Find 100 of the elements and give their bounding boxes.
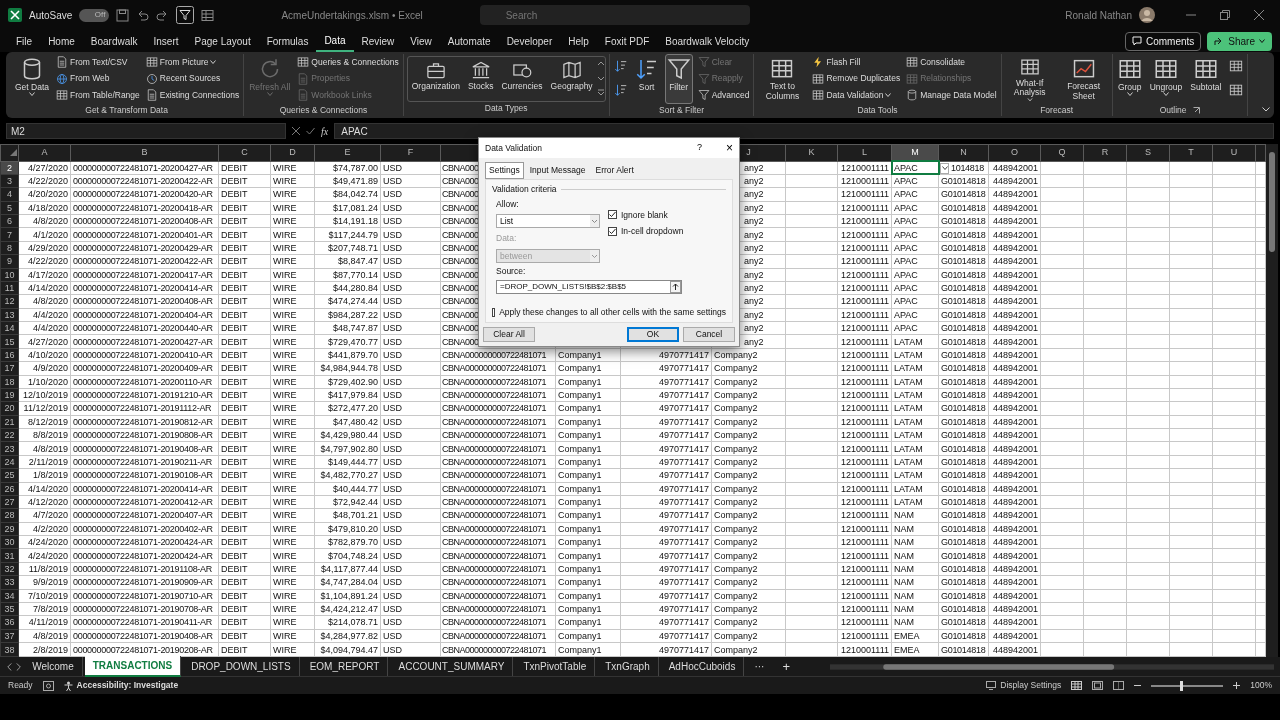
ribbon-button[interactable]: Queries & Connections [296,54,400,71]
column-header[interactable]: A [18,144,71,162]
ribbon-button[interactable]: From Text/CSV [55,54,141,71]
ribbon-button[interactable]: Currencies [497,57,547,101]
zoom-in-icon[interactable] [1233,682,1241,689]
accessibility-button[interactable]: Accessibility: Investigate [63,679,179,692]
help-button[interactable]: ? [696,141,702,155]
column-header[interactable]: S [1126,144,1170,162]
close-icon[interactable] [1254,10,1264,20]
menu-tab[interactable]: Review [353,31,403,51]
menu-tab[interactable]: Help [560,31,597,51]
search-field[interactable]: Search [479,5,750,25]
scrollbar[interactable] [830,662,1274,671]
ribbon-button[interactable]: Geography [546,57,597,101]
column-header[interactable]: C [218,144,271,162]
menu-tab[interactable]: Insert [145,31,187,51]
ribbon-button[interactable]: Flash Fill [811,54,902,71]
restore-icon[interactable] [1220,10,1230,20]
column-header[interactable]: U [1212,144,1256,162]
display-settings-button[interactable]: Display Settings [986,679,1062,692]
column-header[interactable]: B [70,144,219,162]
ribbon-button[interactable]: From Table/Range [55,87,141,104]
add-sheet-button[interactable]: + [774,654,798,679]
menu-tab[interactable]: Formulas [258,31,317,51]
column-header[interactable]: T [1169,144,1213,162]
macro-icon[interactable] [42,680,54,691]
save-icon[interactable] [116,8,130,22]
ribbon-button[interactable]: Consolidate [905,54,998,71]
zoom-out-icon[interactable] [1134,682,1142,689]
collapse-dialog-icon[interactable] [670,280,681,293]
undo-icon[interactable] [136,8,150,22]
checkbox[interactable]: In-cell dropdown [608,225,684,238]
ribbon-button[interactable]: Manage Data Model [905,87,998,104]
zoom-slider-thumb[interactable] [1180,680,1184,691]
ribbon-button[interactable]: Recent Sources [144,70,241,87]
menu-tab[interactable]: View [402,31,440,51]
enter-icon[interactable] [306,127,315,135]
filter-icon[interactable] [176,6,195,24]
dialog-button[interactable]: OK [627,327,679,342]
ribbon-button[interactable]: Text to Columns [757,54,808,104]
menu-tab[interactable]: Page Layout [186,31,259,51]
menu-tab[interactable]: Foxit PDF [596,31,658,51]
menu-tab[interactable]: Automate [439,31,499,51]
ribbon-button[interactable]: Ungroup [1147,54,1185,104]
menu-tab[interactable]: Home [40,31,83,51]
ribbon-button[interactable]: Subtotal [1188,54,1224,104]
normal-view-icon[interactable] [1071,681,1083,690]
column-header[interactable]: K [785,144,838,162]
collapse-ribbon-icon[interactable] [1262,107,1270,112]
cancel-icon[interactable] [292,127,300,135]
ribbon-button[interactable]: Get Data [13,54,52,104]
ribbon-button[interactable]: What-If Analysis [1004,54,1055,104]
insert-function-button[interactable]: fx [321,123,329,139]
previous-sheet-icon[interactable] [6,662,14,671]
dropdown-button[interactable] [940,162,949,174]
comments-button[interactable]: Comments [1124,31,1202,51]
avatar[interactable] [1139,7,1155,23]
ribbon-button[interactable]: Forecast Sheet [1058,54,1109,104]
autosave-toggle[interactable]: Off [79,8,110,22]
menu-tab[interactable]: File [8,31,41,51]
formula-field[interactable]: APAC [334,123,1274,139]
ribbon-button[interactable]: Data Validation [811,87,902,104]
ribbon-button[interactable]: From Picture [144,54,241,71]
allow-dropdown[interactable]: List [496,214,600,229]
page-break-icon[interactable] [1113,681,1125,690]
ribbon-button[interactable]: Sort [632,54,661,104]
dialog-tab[interactable]: Error Alert [591,162,638,179]
name-box[interactable]: M2 [6,123,286,139]
column-header[interactable]: Q [1040,144,1084,162]
dialog-button[interactable]: Cancel [683,327,735,342]
ribbon-button[interactable]: Organization [407,57,464,101]
column-header[interactable]: O [988,144,1041,162]
table-cell[interactable]: APAC [891,161,939,175]
page-layout-icon[interactable] [1092,681,1104,690]
column-header[interactable]: E [314,144,381,162]
source-field[interactable]: =DROP_DOWN_LISTS!$B$2:$B$5 [496,279,682,294]
menu-tab[interactable]: Developer [498,31,561,51]
checkbox[interactable]: Ignore blank [608,208,684,222]
dialog-button[interactable]: Clear All [483,327,535,342]
ribbon-button[interactable]: Group [1115,54,1144,104]
ribbon-button[interactable]: Filter [664,54,693,104]
column-header[interactable]: L [837,144,892,162]
column-header[interactable]: F [380,144,441,162]
table-icon[interactable] [201,8,215,22]
ribbon-button[interactable]: Advanced [696,87,751,104]
menu-tab[interactable]: Boardwalk Velocity [657,31,758,51]
ribbon-button[interactable]: Stocks [463,57,498,101]
zoom-level[interactable]: 100% [1250,679,1272,692]
sheet-tab[interactable]: TRANSACTIONS [84,656,182,677]
column-header[interactable]: N [938,144,989,162]
ribbon-button[interactable]: From Web [55,70,141,87]
app-icon[interactable] [8,8,22,22]
column-header[interactable]: D [270,144,315,162]
dialog-tab[interactable]: Settings [485,162,524,179]
share-button[interactable]: Share [1207,31,1272,51]
more-sheets-button[interactable]: ··· [746,657,773,676]
next-sheet-icon[interactable] [15,662,23,671]
ribbon-button[interactable]: Existing Connections [144,87,241,104]
ribbon-button[interactable]: Remove Duplicates [811,70,902,87]
dialog-launcher-icon[interactable] [1192,106,1200,114]
